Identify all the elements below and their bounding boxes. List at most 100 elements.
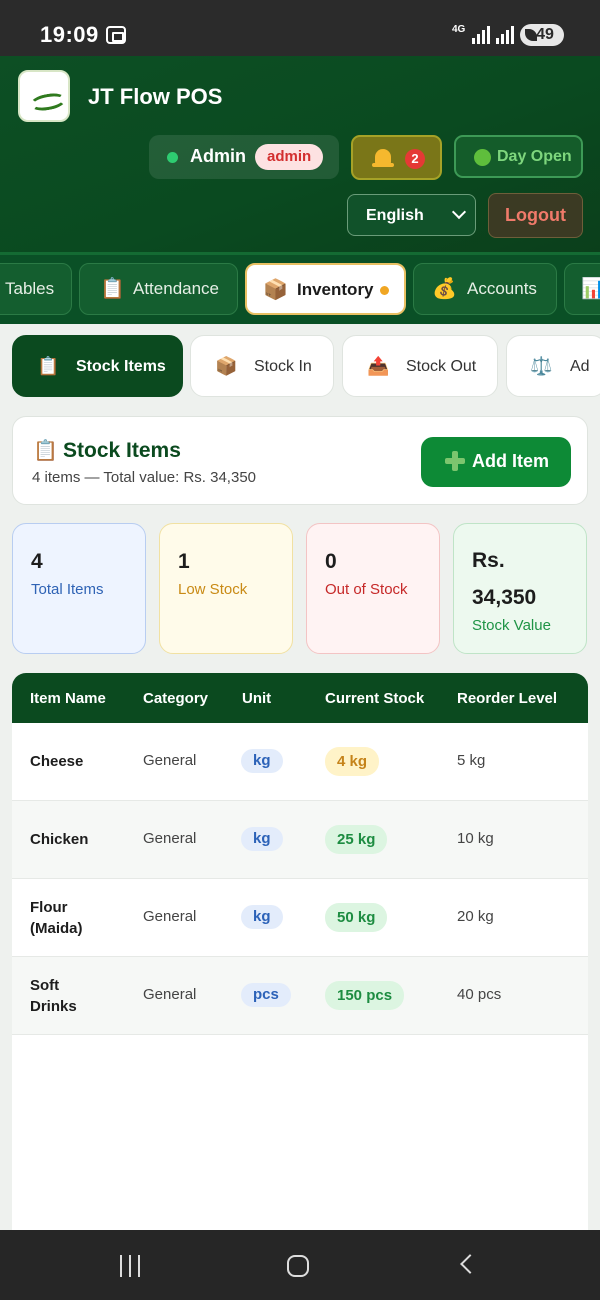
section-title: Stock Items: [63, 439, 181, 462]
day-status-label: Day Open: [497, 148, 572, 165]
item-name-line1: Cheese: [30, 753, 84, 770]
stock-badge: 50 kg: [325, 903, 388, 932]
item-name-line1: Chicken: [30, 831, 89, 848]
plus-icon: [445, 451, 465, 471]
user-name: Admin: [190, 146, 246, 166]
package-icon: 📦: [263, 279, 288, 301]
column-header-reorder-level[interactable]: Reorder Level: [457, 690, 557, 707]
subtab-label: Ad: [570, 358, 590, 375]
notifications-button[interactable]: 2: [351, 135, 442, 180]
add-item-button[interactable]: Add Item: [421, 437, 571, 487]
subtab-stock-out[interactable]: 📤 Stock Out: [342, 335, 498, 397]
table-row[interactable]: Chicken General kg 25 kg 10 kg: [12, 801, 588, 879]
stat-value-currency: Rs.: [472, 549, 505, 572]
tab-inventory[interactable]: 📦 Inventory: [245, 263, 406, 315]
clipboard-icon: 📋: [100, 278, 125, 300]
stat-label: Low Stock: [178, 581, 248, 598]
add-item-label: Add Item: [472, 451, 550, 471]
language-select[interactable]: English: [347, 194, 476, 236]
status-time: 19:09: [40, 22, 99, 47]
stat-out-of-stock: 0 Out of Stock: [306, 523, 440, 654]
tab-label: Tables: [5, 279, 55, 298]
reorder-level: 5 kg: [457, 752, 486, 769]
money-bag-icon: 💰: [432, 278, 457, 300]
stat-value: 4: [31, 550, 43, 573]
stat-stock-value: Rs. 34,350 Stock Value: [453, 523, 587, 654]
stock-badge: 150 pcs: [325, 981, 405, 1010]
item-name: Flour (Maida): [30, 897, 83, 939]
subtab-label: Stock In: [254, 358, 312, 375]
column-header-current-stock[interactable]: Current Stock: [325, 690, 424, 707]
stat-label: Total Items: [31, 581, 104, 598]
table-row[interactable]: Cheese General kg 4 kg 5 kg: [12, 723, 588, 801]
day-status-button[interactable]: Day Open: [454, 135, 583, 178]
stat-low-stock: 1 Low Stock: [159, 523, 293, 654]
tab-attendance[interactable]: 📋 Attendance: [79, 263, 238, 315]
subtab-adjust[interactable]: ⚖️ Ad: [506, 335, 600, 397]
user-badge: Admin admin: [149, 135, 339, 179]
item-name-line2: (Maida): [30, 920, 83, 937]
system-nav-bar: [0, 1230, 600, 1300]
network-type: 4G: [452, 24, 466, 35]
stock-items-table: Item Name Category Unit Current Stock Re…: [12, 673, 588, 1230]
item-name-line2: Drinks: [30, 998, 77, 1015]
column-header-category[interactable]: Category: [143, 690, 208, 707]
bell-icon: [372, 149, 394, 167]
reorder-level: 10 kg: [457, 830, 494, 847]
stat-label: Out of Stock: [325, 581, 408, 598]
item-name: Soft Drinks: [30, 975, 77, 1017]
item-name-line1: Flour: [30, 899, 68, 916]
scales-icon: ⚖️: [530, 356, 553, 376]
app-logo: [18, 70, 70, 122]
back-icon[interactable]: [460, 1254, 480, 1274]
green-circle-icon: [474, 149, 491, 166]
notification-count: 2: [405, 149, 425, 169]
stock-badge: 4 kg: [325, 747, 380, 776]
battery-level: 49: [536, 26, 554, 43]
table-row[interactable]: Soft Drinks General pcs 150 pcs 40 pcs: [12, 957, 588, 1035]
active-indicator-dot: [380, 286, 389, 295]
stat-value: Rs. 34,350: [472, 542, 536, 616]
table-header: Item Name Category Unit Current Stock Re…: [12, 673, 588, 723]
clipboard-icon: 📋: [37, 356, 60, 376]
subtab-stock-in[interactable]: 📦 Stock In: [190, 335, 334, 397]
stat-value: 0: [325, 550, 337, 573]
column-header-item-name[interactable]: Item Name: [30, 690, 106, 707]
stat-total-items: 4 Total Items: [12, 523, 146, 654]
logout-button[interactable]: Logout: [488, 193, 583, 238]
signal-icon-2: [496, 26, 514, 44]
unit-badge: pcs: [241, 983, 291, 1007]
stock-badge: 25 kg: [325, 825, 388, 854]
column-header-unit[interactable]: Unit: [242, 690, 271, 707]
user-role-badge: admin: [255, 144, 324, 170]
tab-label: Inventory: [297, 280, 374, 299]
unit-badge: kg: [241, 749, 283, 773]
tab-reports[interactable]: 📊: [564, 263, 600, 315]
item-category: General: [143, 908, 197, 925]
clipboard-icon: 📋: [33, 440, 58, 462]
app-title: JT Flow POS: [88, 84, 223, 109]
unit-badge: kg: [241, 905, 283, 929]
home-icon[interactable]: [287, 1255, 309, 1277]
item-category: General: [143, 986, 197, 1003]
status-bar: 19:09 4G 49: [0, 0, 600, 56]
item-category: General: [143, 752, 197, 769]
chevron-down-icon: [451, 204, 467, 220]
reorder-level: 40 pcs: [457, 986, 502, 1003]
stat-value: 1: [178, 550, 190, 573]
unit-badge: kg: [241, 827, 283, 851]
item-name: Chicken: [30, 829, 88, 850]
tab-accounts[interactable]: 💰 Accounts: [413, 263, 557, 315]
subtab-stock-items[interactable]: 📋 Stock Items: [12, 335, 183, 397]
screen-record-icon: [106, 26, 126, 44]
tab-label: Accounts: [467, 279, 537, 298]
package-icon: 📦: [215, 356, 238, 376]
outbox-icon: 📤: [367, 356, 390, 376]
table-row[interactable]: Flour (Maida) General kg 50 kg 20 kg: [12, 879, 588, 957]
chart-icon: 📊: [581, 278, 600, 300]
recents-icon[interactable]: [120, 1255, 142, 1277]
language-value: English: [366, 207, 424, 224]
tab-tables[interactable]: Tables: [0, 263, 72, 315]
section-summary: 4 items — Total value: Rs. 34,350: [32, 469, 257, 486]
battery-indicator: 49: [520, 24, 564, 46]
